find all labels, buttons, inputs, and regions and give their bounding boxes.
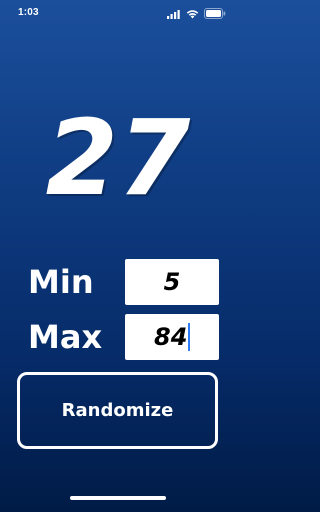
wifi-icon [186,9,199,19]
min-input-value: 5 [163,268,181,296]
status-bar: 1:03 [0,0,236,28]
max-input[interactable]: 84 [125,314,219,360]
status-icons [167,8,226,19]
max-row: Max 84 [0,314,236,360]
signal-icon [167,9,181,19]
status-time: 1:03 [18,7,39,18]
text-caret [188,323,190,351]
randomize-button[interactable]: Randomize [17,372,218,449]
min-row: Min 5 [0,259,236,305]
min-input[interactable]: 5 [125,259,219,305]
max-label: Max [28,318,103,356]
random-result: 27 [45,97,191,219]
home-indicator[interactable] [70,496,166,500]
battery-icon [204,8,226,19]
max-input-value: 84 [154,323,188,351]
min-label: Min [28,263,94,301]
